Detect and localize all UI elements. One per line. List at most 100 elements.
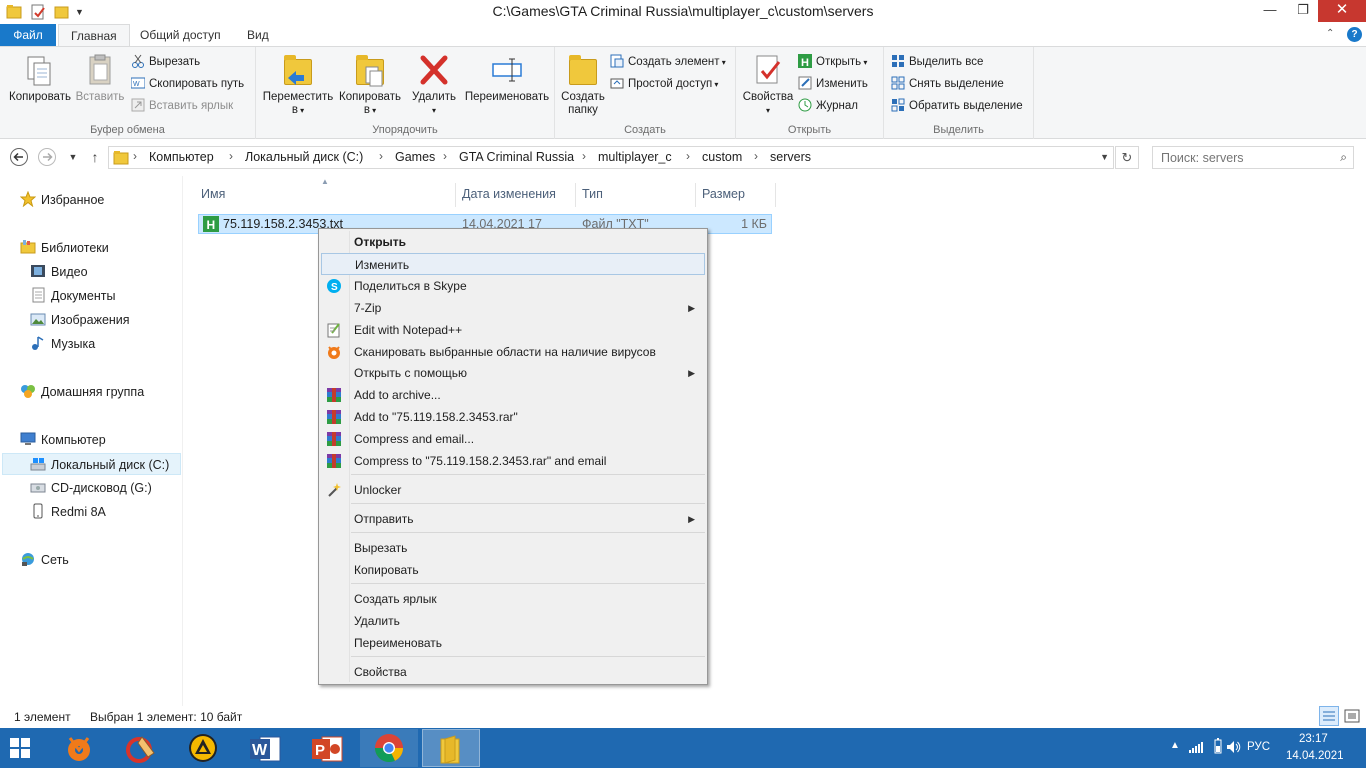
tab-view[interactable]: Вид <box>235 24 281 47</box>
powerpoint-taskbar-icon[interactable]: P <box>298 729 356 767</box>
nav-libraries[interactable]: Библиотеки <box>20 237 109 259</box>
cut-button[interactable]: Вырезать <box>131 52 200 72</box>
maximize-button[interactable]: ❐ <box>1288 0 1318 22</box>
menu-item-properties[interactable]: Свойства <box>321 661 705 683</box>
move-to-button[interactable]: Переместить в ▾ <box>262 51 334 117</box>
copy-button[interactable]: Копировать <box>4 51 76 104</box>
breadcrumb-local-disk[interactable]: Локальный диск (C:) <box>245 150 363 164</box>
details-view-icon[interactable] <box>1319 706 1339 726</box>
menu-item-open-with[interactable]: Открыть с помощью ▶ <box>321 362 705 384</box>
copy-path-button[interactable]: W Скопировать путь <box>130 74 244 94</box>
column-header-name[interactable]: Имя <box>195 183 456 207</box>
delete-button[interactable]: Удалить ▾ <box>408 51 460 117</box>
breadcrumb-custom[interactable]: custom <box>702 150 742 164</box>
select-all-button[interactable]: Выделить все <box>891 52 983 72</box>
copy-to-button[interactable]: Копировать в ▾ <box>334 51 406 117</box>
tray-network-icon[interactable] <box>1188 739 1204 755</box>
menu-item-edit[interactable]: Изменить <box>321 253 705 275</box>
breadcrumb-separator[interactable]: › <box>229 149 233 163</box>
new-item-button[interactable]: Создать элемент ▾ <box>610 52 726 72</box>
easy-access-button[interactable]: Простой доступ ▾ <box>610 74 718 94</box>
minimize-button[interactable]: — <box>1255 0 1285 22</box>
menu-item-add-rar[interactable]: Add to "75.119.158.2.3453.rar" <box>321 406 705 428</box>
menu-item-compress-email[interactable]: Compress and email... <box>321 428 705 450</box>
tab-file[interactable]: Файл <box>0 24 56 47</box>
breadcrumb-servers[interactable]: servers <box>770 150 811 164</box>
column-header-date[interactable]: Дата изменения <box>456 183 576 207</box>
menu-item-compress-rar-email[interactable]: Compress to "75.119.158.2.3453.rar" and … <box>321 450 705 472</box>
file-explorer-taskbar-icon[interactable] <box>422 729 480 767</box>
nav-images[interactable]: Изображения <box>30 309 130 331</box>
nav-documents[interactable]: Документы <box>30 285 115 307</box>
paste-shortcut-button[interactable]: Вставить ярлык <box>131 96 233 116</box>
menu-item-copy[interactable]: Копировать <box>321 559 705 581</box>
nav-favorites[interactable]: Избранное <box>19 189 104 211</box>
game-launcher-taskbar-icon[interactable] <box>174 729 232 767</box>
nav-local-disk[interactable]: Локальный диск (C:) <box>2 453 181 475</box>
menu-item-send-to[interactable]: Отправить ▶ <box>321 508 705 530</box>
tray-time[interactable]: 23:17 <box>1299 733 1328 745</box>
back-arrow-icon[interactable] <box>8 147 30 167</box>
nav-network[interactable]: Сеть <box>20 549 69 571</box>
breadcrumb-separator[interactable]: › <box>379 149 383 163</box>
recent-locations-dropdown-icon[interactable]: ▼ <box>62 147 84 167</box>
search-icon[interactable]: ⌕ <box>1340 150 1347 165</box>
nav-homegroup[interactable]: Домашняя группа <box>20 381 144 403</box>
breadcrumb-separator[interactable]: › <box>686 149 690 163</box>
menu-item-rename[interactable]: Переименовать <box>321 632 705 654</box>
menu-item-add-archive[interactable]: Add to archive... <box>321 384 705 406</box>
address-dropdown-icon[interactable]: ▼ <box>1100 152 1109 162</box>
menu-item-cut[interactable]: Вырезать <box>321 537 705 559</box>
menu-item-unlocker[interactable]: Unlocker <box>321 479 705 501</box>
breadcrumb-separator[interactable]: › <box>754 149 758 163</box>
nav-music[interactable]: Музыка <box>30 333 95 355</box>
menu-item-notepadpp[interactable]: Edit with Notepad++ <box>321 319 705 341</box>
large-icons-view-icon[interactable] <box>1343 707 1361 725</box>
tray-expand-icon[interactable]: ▲ <box>1170 740 1180 751</box>
address-bar[interactable]: › Компьютер › Локальный диск (C:) › Game… <box>108 146 1114 169</box>
edit-button[interactable]: Изменить <box>798 74 868 94</box>
ccleaner-taskbar-icon[interactable] <box>112 729 170 767</box>
close-button[interactable]: ✕ <box>1318 0 1366 22</box>
word-taskbar-icon[interactable]: W <box>236 729 294 767</box>
select-none-button[interactable]: Снять выделение <box>891 74 1004 94</box>
tray-battery-icon[interactable] <box>1210 738 1226 754</box>
start-button[interactable] <box>0 729 46 767</box>
menu-item-7zip[interactable]: 7-Zip ▶ <box>321 297 705 319</box>
new-folder-button[interactable]: Создать папку <box>559 51 607 117</box>
collapse-ribbon-icon[interactable]: ⌃ <box>1326 28 1334 39</box>
column-header-type[interactable]: Тип <box>576 183 696 207</box>
forward-arrow-icon[interactable] <box>36 147 58 167</box>
breadcrumb-games[interactable]: Games <box>395 150 435 164</box>
invert-selection-button[interactable]: Обратить выделение <box>891 96 1023 116</box>
avast-taskbar-icon[interactable] <box>50 729 108 767</box>
tab-share[interactable]: Общий доступ <box>128 24 233 47</box>
tab-home[interactable]: Главная <box>58 24 130 47</box>
properties-button[interactable]: Свойства ▾ <box>740 51 796 117</box>
column-header-size[interactable]: Размер <box>696 183 776 207</box>
open-button[interactable]: H Открыть ▾ <box>798 52 867 72</box>
breadcrumb-separator[interactable]: › <box>443 149 447 163</box>
up-arrow-icon[interactable]: ↑ <box>84 147 106 167</box>
tray-date[interactable]: 14.04.2021 <box>1286 750 1344 762</box>
nav-video[interactable]: Видео <box>30 261 88 283</box>
breadcrumb-separator[interactable]: › <box>582 149 586 163</box>
history-button[interactable]: Журнал <box>798 96 858 116</box>
menu-item-skype[interactable]: S Поделиться в Skype <box>321 275 705 297</box>
refresh-icon[interactable]: ↻ <box>1115 146 1139 169</box>
breadcrumb-computer[interactable]: Компьютер <box>149 150 214 164</box>
tray-volume-icon[interactable] <box>1226 739 1242 755</box>
menu-item-avast-scan[interactable]: Сканировать выбранные области на наличие… <box>321 341 705 363</box>
nav-cd-drive[interactable]: CD-дисковод (G:) <box>30 477 152 499</box>
chrome-taskbar-icon[interactable] <box>360 729 418 767</box>
rename-button[interactable]: Переименовать <box>460 51 554 104</box>
nav-computer[interactable]: Компьютер <box>20 429 106 451</box>
breadcrumb-gta[interactable]: GTA Criminal Russia <box>459 150 574 164</box>
menu-item-create-shortcut[interactable]: Создать ярлык <box>321 588 705 610</box>
help-icon[interactable]: ? <box>1347 27 1362 42</box>
nav-phone[interactable]: Redmi 8A <box>30 501 106 523</box>
tray-language[interactable]: РУС <box>1247 741 1270 753</box>
menu-item-delete[interactable]: Удалить <box>321 610 705 632</box>
paste-button[interactable]: Вставить <box>74 51 126 104</box>
breadcrumb-multiplayer[interactable]: multiplayer_c <box>598 150 672 164</box>
